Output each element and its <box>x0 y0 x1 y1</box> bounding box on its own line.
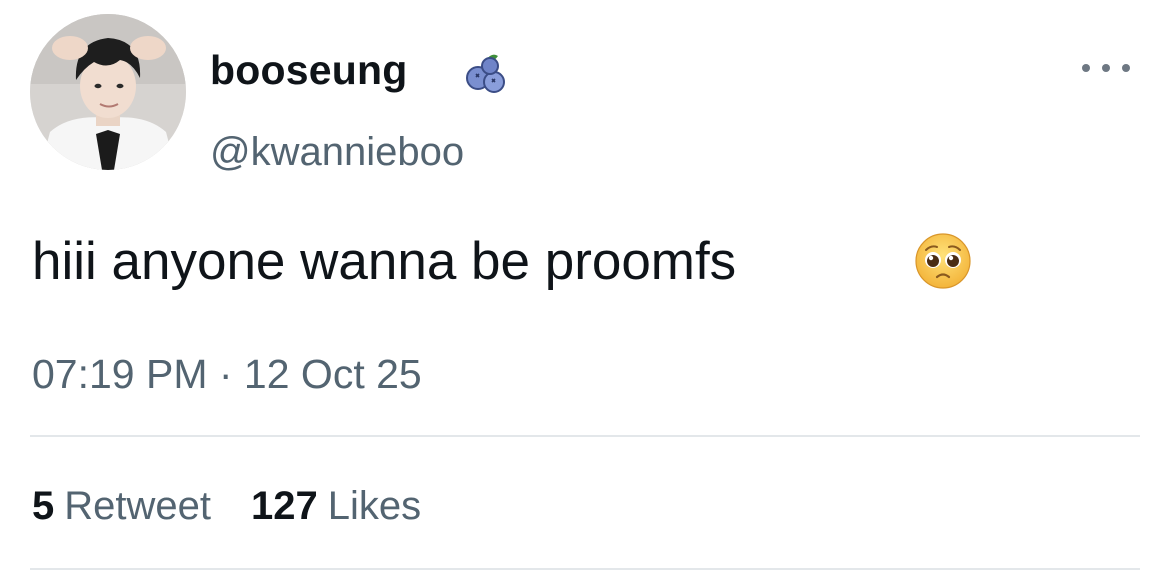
more-options-button[interactable] <box>1082 56 1130 80</box>
avatar-image <box>30 14 186 170</box>
likes-stat[interactable]: 127 Likes <box>251 480 421 532</box>
likes-count: 127 <box>251 484 318 528</box>
divider <box>30 568 1140 570</box>
tweet-text: hiii anyone wanna be proomfs <box>32 232 737 291</box>
blueberries-icon <box>466 54 505 93</box>
more-options-icon <box>1082 64 1090 72</box>
retweets-label: Retweet <box>64 484 211 528</box>
retweets-stat[interactable]: 5 Retweet <box>32 480 211 532</box>
engagement-stats: 5 Retweet 127 Likes <box>32 480 421 532</box>
likes-label: Likes <box>327 484 422 528</box>
divider <box>30 435 1140 437</box>
avatar[interactable] <box>30 14 186 170</box>
tweet-card: booseung @kwannieboo hiii anyone wanna b… <box>0 0 1170 572</box>
retweets-count: 5 <box>32 484 55 528</box>
display-name[interactable]: booseung <box>210 44 407 96</box>
pleading-face-emoji-icon <box>915 233 971 289</box>
tweet-timestamp[interactable]: 07:19 PM · 12 Oct 25 <box>32 348 422 400</box>
user-handle[interactable]: @kwannieboo <box>210 126 464 178</box>
